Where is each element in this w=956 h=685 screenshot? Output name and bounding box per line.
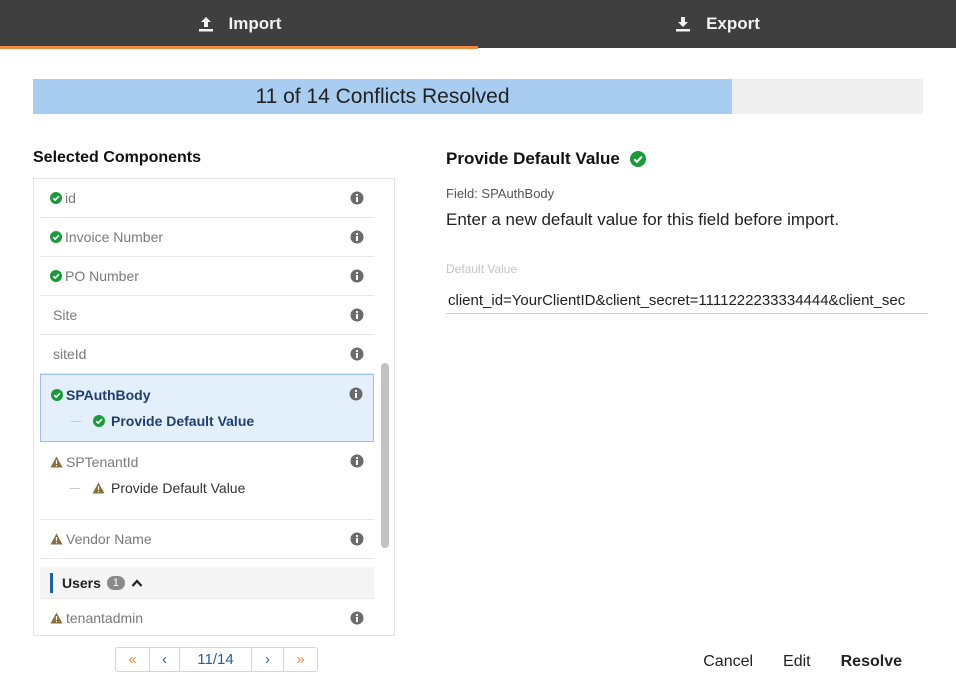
info-icon[interactable]: [350, 308, 364, 322]
group-users[interactable]: Users 1: [40, 567, 374, 599]
sub-item-provide-default-value[interactable]: Provide Default Value: [51, 406, 254, 436]
last-page-button[interactable]: »: [284, 648, 317, 671]
conflict-title: Provide Default Value: [446, 149, 646, 169]
check-circle-icon: [50, 231, 62, 243]
warning-icon: [50, 456, 63, 468]
conflict-description: Enter a new default value for this field…: [446, 210, 840, 229]
list-item-label: SPAuthBody: [66, 386, 151, 403]
group-label: Users: [62, 574, 101, 591]
prev-page-button[interactable]: ‹: [150, 648, 180, 671]
check-circle-icon: [93, 415, 105, 427]
list-item-label: Invoice Number: [65, 229, 164, 245]
page-indicator: 11/14: [180, 648, 252, 671]
info-icon[interactable]: [349, 387, 363, 401]
next-page-button[interactable]: ›: [252, 648, 284, 671]
warning-icon: [50, 612, 63, 624]
list-item-sptenantid[interactable]: SPTenantId Provide Default Value: [40, 442, 374, 520]
conflict-title-text: Provide Default Value: [446, 149, 620, 168]
list-item-invoice-number[interactable]: Invoice Number: [40, 218, 374, 257]
count-badge: 1: [106, 575, 126, 590]
tab-export[interactable]: Export: [478, 0, 956, 48]
warning-icon: [92, 482, 105, 494]
tab-export-label: Export: [706, 14, 760, 33]
group-accent-bar: [50, 572, 53, 593]
tab-import-label: Import: [228, 14, 282, 33]
sub-item-label: Provide Default Value: [111, 413, 255, 429]
default-value-input[interactable]: [446, 288, 928, 314]
check-circle-icon: [51, 388, 63, 401]
list-item-vendor-name[interactable]: Vendor Name: [40, 520, 374, 559]
action-buttons: Cancel Edit Resolve: [703, 653, 902, 671]
tree-connector: [71, 420, 81, 422]
check-circle-icon: [629, 151, 646, 167]
edit-button[interactable]: Edit: [783, 653, 811, 671]
list-item-label: tenantadmin: [66, 610, 144, 626]
selected-components-title: Selected Components: [33, 149, 202, 166]
info-icon[interactable]: [350, 269, 364, 283]
list-item-label: Vendor Name: [66, 531, 152, 547]
list-item-siteid[interactable]: siteId: [40, 335, 374, 374]
tree-connector: [70, 487, 80, 489]
list-item-label: Site: [53, 307, 78, 323]
progress-text: 11 of 14 Conflicts Resolved: [255, 84, 510, 108]
list-item-label: id: [65, 190, 76, 206]
sub-item-label: Provide Default Value: [111, 480, 246, 496]
info-icon[interactable]: [350, 347, 364, 361]
warning-icon: [50, 533, 63, 545]
top-tab-bar: Import Export: [0, 0, 956, 49]
list-item-tenantadmin[interactable]: tenantadmin: [40, 599, 374, 635]
sub-item-provide-default-value[interactable]: Provide Default Value: [50, 473, 245, 503]
tab-import[interactable]: Import: [0, 0, 478, 49]
upload-icon: [197, 15, 215, 33]
check-circle-icon: [50, 192, 62, 204]
conflict-progress-bar: 11 of 14 Conflicts Resolved: [33, 79, 923, 114]
info-icon[interactable]: [350, 532, 364, 546]
list-scrollbar[interactable]: [381, 363, 389, 548]
cancel-button[interactable]: Cancel: [703, 653, 753, 671]
info-icon[interactable]: [350, 611, 364, 625]
first-page-button[interactable]: «: [116, 648, 150, 671]
list-item-label: siteId: [53, 346, 87, 362]
check-circle-icon: [50, 270, 62, 282]
list-item-id[interactable]: id: [40, 179, 374, 218]
list-item-po-number[interactable]: PO Number: [40, 257, 374, 296]
resolve-button[interactable]: Resolve: [841, 653, 902, 671]
field-name: Field: SPAuthBody: [446, 186, 555, 201]
chevron-up-icon[interactable]: [131, 578, 143, 588]
info-icon[interactable]: [350, 230, 364, 244]
default-value-label: Default Value: [446, 262, 518, 276]
info-icon[interactable]: [350, 191, 364, 205]
components-list: id Invoice Number PO Number Site siteId …: [33, 178, 395, 636]
list-item-site[interactable]: Site: [40, 296, 374, 335]
pagination: « ‹ 11/14 › »: [115, 647, 318, 672]
list-item-label: PO Number: [65, 268, 139, 284]
info-icon[interactable]: [350, 454, 364, 468]
download-icon: [674, 15, 692, 33]
list-item-spauthbody[interactable]: SPAuthBody Provide Default Value: [40, 374, 374, 442]
list-item-label: SPTenantId: [66, 453, 139, 470]
